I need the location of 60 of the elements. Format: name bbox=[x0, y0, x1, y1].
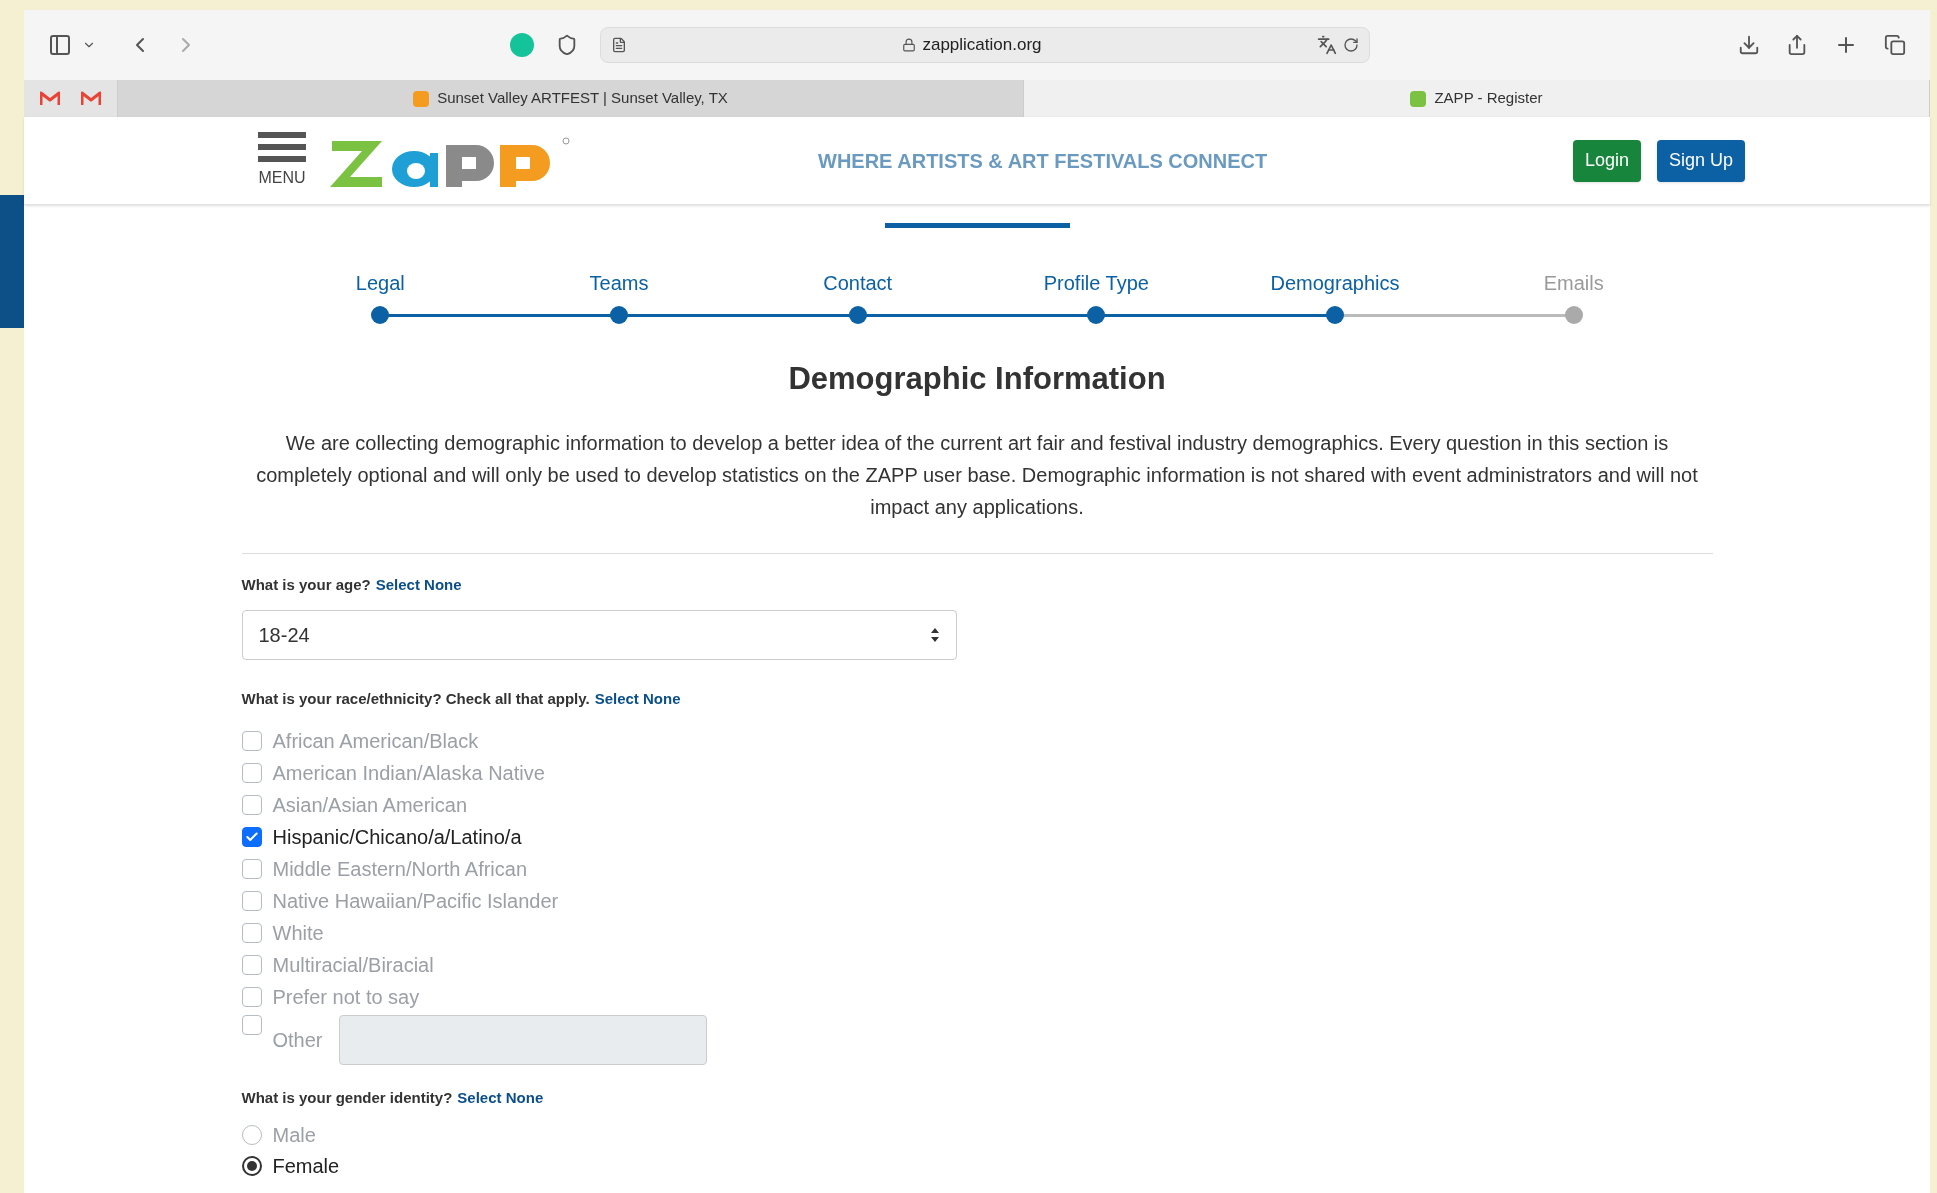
checkbox[interactable] bbox=[241, 922, 262, 943]
option-label: American Indian/Alaska Native bbox=[272, 760, 545, 786]
intro-paragraph: We are collecting demographic information to develop a better idea of the current art fair and festival industry demographics. Every question in this section is completely optional and will only be used to develop statistics on the ZAPP user base. Demographic information is not shared with event administrators and will not impact any applications. bbox=[255, 430, 1699, 520]
checkbox[interactable] bbox=[241, 858, 262, 879]
sidebar-icon[interactable] bbox=[48, 33, 72, 57]
lock-icon bbox=[902, 38, 917, 52]
step-label[interactable]: Profile Type bbox=[1043, 268, 1149, 298]
option-label: Multiracial/Biracial bbox=[272, 952, 434, 978]
option-label: Male bbox=[272, 1122, 316, 1148]
share-icon[interactable] bbox=[1786, 34, 1808, 56]
select-none-link[interactable]: Select None bbox=[457, 1086, 544, 1109]
select-none-link[interactable]: Select None bbox=[594, 688, 681, 711]
shield-icon[interactable] bbox=[556, 34, 578, 56]
download-icon[interactable] bbox=[1738, 34, 1760, 56]
url-text: zapplication.org bbox=[922, 34, 1042, 57]
checkbox[interactable] bbox=[241, 954, 262, 975]
question-label: What is your age? bbox=[241, 574, 371, 595]
step-label[interactable]: Demographics bbox=[1270, 268, 1400, 298]
translate-icon[interactable] bbox=[1317, 35, 1337, 55]
extension-icon[interactable] bbox=[510, 33, 534, 57]
tab-favicon bbox=[1410, 90, 1427, 107]
mail-icon[interactable] bbox=[80, 91, 101, 106]
select-none-link[interactable]: Select None bbox=[375, 573, 462, 596]
tabs-overview-icon[interactable] bbox=[1884, 34, 1906, 56]
select-arrows-icon bbox=[929, 627, 940, 643]
question-label: What is your gender identity? bbox=[241, 1087, 453, 1108]
tab-favicon bbox=[413, 90, 430, 107]
option-label: Middle Eastern/North African bbox=[272, 856, 528, 882]
sign-up-button[interactable]: Sign Up bbox=[1656, 139, 1745, 182]
browser-tab[interactable]: ZAPP - Register bbox=[1024, 80, 1930, 117]
step-label[interactable]: Legal bbox=[355, 268, 405, 298]
check-icon bbox=[244, 829, 259, 844]
checkbox[interactable] bbox=[241, 794, 262, 815]
age-select[interactable]: 18-24 bbox=[241, 610, 957, 660]
tagline: WHERE ARTISTS & ART FESTIVALS CONNECT bbox=[818, 148, 1268, 174]
option-label: White bbox=[272, 920, 324, 946]
option-label: African American/Black bbox=[272, 728, 479, 754]
section-title: Demographic Information bbox=[788, 360, 1166, 398]
checkbox[interactable] bbox=[241, 986, 262, 1007]
option-label: Female bbox=[272, 1153, 340, 1179]
radio-button[interactable] bbox=[241, 1155, 262, 1176]
question-label: What is your race/ethnicity? Check all that apply. bbox=[241, 689, 590, 709]
checkbox[interactable] bbox=[241, 730, 262, 751]
address-bar[interactable]: zapplication.org bbox=[600, 27, 1370, 63]
option-label: Asian/Asian American bbox=[272, 792, 468, 818]
checkbox[interactable] bbox=[241, 762, 262, 783]
browser-tab[interactable]: Sunset Valley ARTFEST | Sunset Valley, TX bbox=[118, 80, 1024, 117]
checkbox[interactable] bbox=[241, 826, 262, 847]
page-icon bbox=[611, 37, 627, 53]
checkbox[interactable] bbox=[241, 890, 262, 911]
mail-icon[interactable] bbox=[40, 91, 61, 106]
login-button[interactable]: Login bbox=[1572, 139, 1641, 182]
option-label: Hispanic/Chicano/a/Latino/a bbox=[272, 824, 522, 850]
reload-icon[interactable] bbox=[1343, 37, 1359, 53]
option-label: Native Hawaiian/Pacific Islander bbox=[272, 888, 559, 914]
option-label: Prefer not to say bbox=[272, 984, 420, 1010]
option-label: Other bbox=[272, 1027, 323, 1053]
step-label[interactable]: Contact bbox=[823, 268, 893, 298]
step-label[interactable]: Teams bbox=[589, 268, 649, 298]
menu-button[interactable]: MENU bbox=[258, 131, 306, 190]
